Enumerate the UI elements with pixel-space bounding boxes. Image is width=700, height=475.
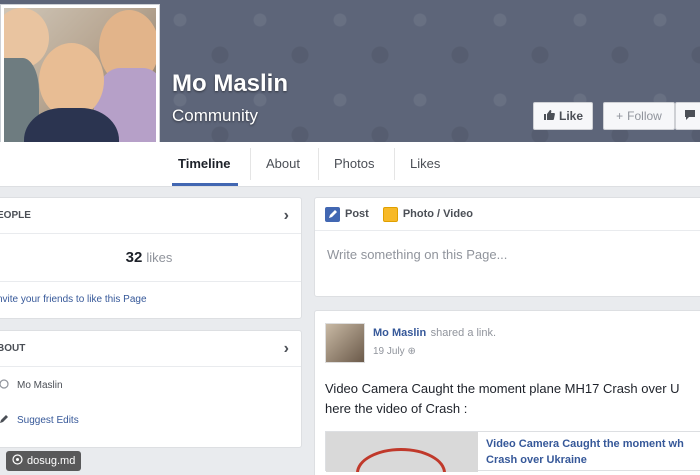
photo-icon (382, 206, 398, 222)
tab-divider (394, 148, 395, 180)
avatar[interactable] (325, 323, 365, 363)
composer-tab-post[interactable]: Post (325, 206, 369, 222)
chevron-right-icon[interactable]: › (284, 207, 289, 225)
likes-count-row: 32 likes (0, 234, 301, 282)
page-category: Community (172, 106, 258, 125)
watermark-logo-icon (12, 454, 23, 468)
tab-timeline[interactable]: Timeline (178, 156, 231, 171)
highlight-circle (356, 448, 446, 472)
about-card-header[interactable]: BOUT › (0, 331, 301, 367)
page-tab-bar: Timeline About Photos Likes (0, 142, 700, 187)
composer-card: Post Photo / Video Write something on th… (314, 197, 700, 297)
thumbs-up-icon (543, 109, 555, 124)
page-name[interactable]: Mo Maslin (172, 70, 288, 98)
tab-photos[interactable]: Photos (334, 156, 374, 171)
composer-tabs: Post Photo / Video (315, 198, 700, 231)
likes-word: likes (146, 250, 173, 265)
post-text-line: Video Camera Caught the moment plane MH1… (325, 381, 680, 396)
tab-divider (318, 148, 319, 180)
post-tab-label: Post (345, 208, 369, 220)
link-preview-image[interactable] (326, 432, 478, 472)
follow-button[interactable]: + Follow (603, 102, 675, 130)
message-icon (684, 109, 696, 124)
about-card-title: BOUT (0, 343, 26, 354)
invite-friends-link[interactable]: nvite your friends to like this Page (0, 282, 301, 305)
link-preview-title[interactable]: Video Camera Caught the moment wh Crash … (478, 432, 692, 470)
post-author[interactable]: Mo Maslin (373, 327, 426, 339)
message-button[interactable] (675, 102, 700, 130)
composer-input[interactable]: Write something on this Page... (315, 231, 700, 278)
like-label: Like (558, 109, 583, 123)
about-card: BOUT › Mo Maslin Suggest Edits (0, 330, 302, 448)
people-card: EOPLE › 32 likes nvite your friends to l… (0, 197, 302, 319)
watermark: dosug.md (6, 451, 82, 471)
post-text: Video Camera Caught the moment plane MH1… (315, 363, 700, 419)
post-date-row: 19 July ⊕ (373, 346, 496, 357)
photo-tab-label: Photo / Video (402, 208, 473, 220)
pencil-icon (0, 414, 9, 427)
about-name-row: Mo Maslin (0, 379, 301, 392)
post-action: shared a link. (430, 327, 497, 339)
suggest-edits-row[interactable]: Suggest Edits (0, 414, 301, 427)
post-date[interactable]: 19 July (373, 346, 405, 357)
pencil-icon (325, 206, 340, 222)
chevron-right-icon[interactable]: › (284, 340, 289, 358)
post-card: Mo Maslin shared a link. 19 July ⊕ Video… (314, 310, 700, 475)
globe-icon (0, 379, 9, 392)
link-title-line: Video Camera Caught the moment wh (486, 438, 684, 450)
watermark-text: dosug.md (27, 455, 76, 467)
people-card-header[interactable]: EOPLE › (0, 198, 301, 234)
tab-divider (250, 148, 251, 180)
composer-tab-photo-video[interactable]: Photo / Video (382, 206, 473, 222)
link-preview[interactable]: Video Camera Caught the moment wh Crash … (325, 431, 700, 472)
active-tab-indicator (172, 183, 238, 186)
people-card-title: EOPLE (0, 210, 31, 221)
globe-icon: ⊕ (407, 346, 416, 357)
suggest-edits-link[interactable]: Suggest Edits (17, 415, 79, 426)
plus-icon: + (616, 109, 624, 123)
post-header: Mo Maslin shared a link. 19 July ⊕ (315, 311, 700, 363)
post-meta: Mo Maslin shared a link. (373, 323, 496, 341)
like-button[interactable]: Like (533, 102, 593, 130)
tab-likes[interactable]: Likes (410, 156, 440, 171)
about-name: Mo Maslin (17, 380, 63, 391)
follow-label: Follow (627, 109, 662, 123)
likes-count: 32 (125, 249, 143, 266)
link-title-line: Crash over Ukraine (486, 454, 587, 466)
tab-about[interactable]: About (266, 156, 300, 171)
post-text-line: here the video of Crash : (325, 401, 468, 416)
